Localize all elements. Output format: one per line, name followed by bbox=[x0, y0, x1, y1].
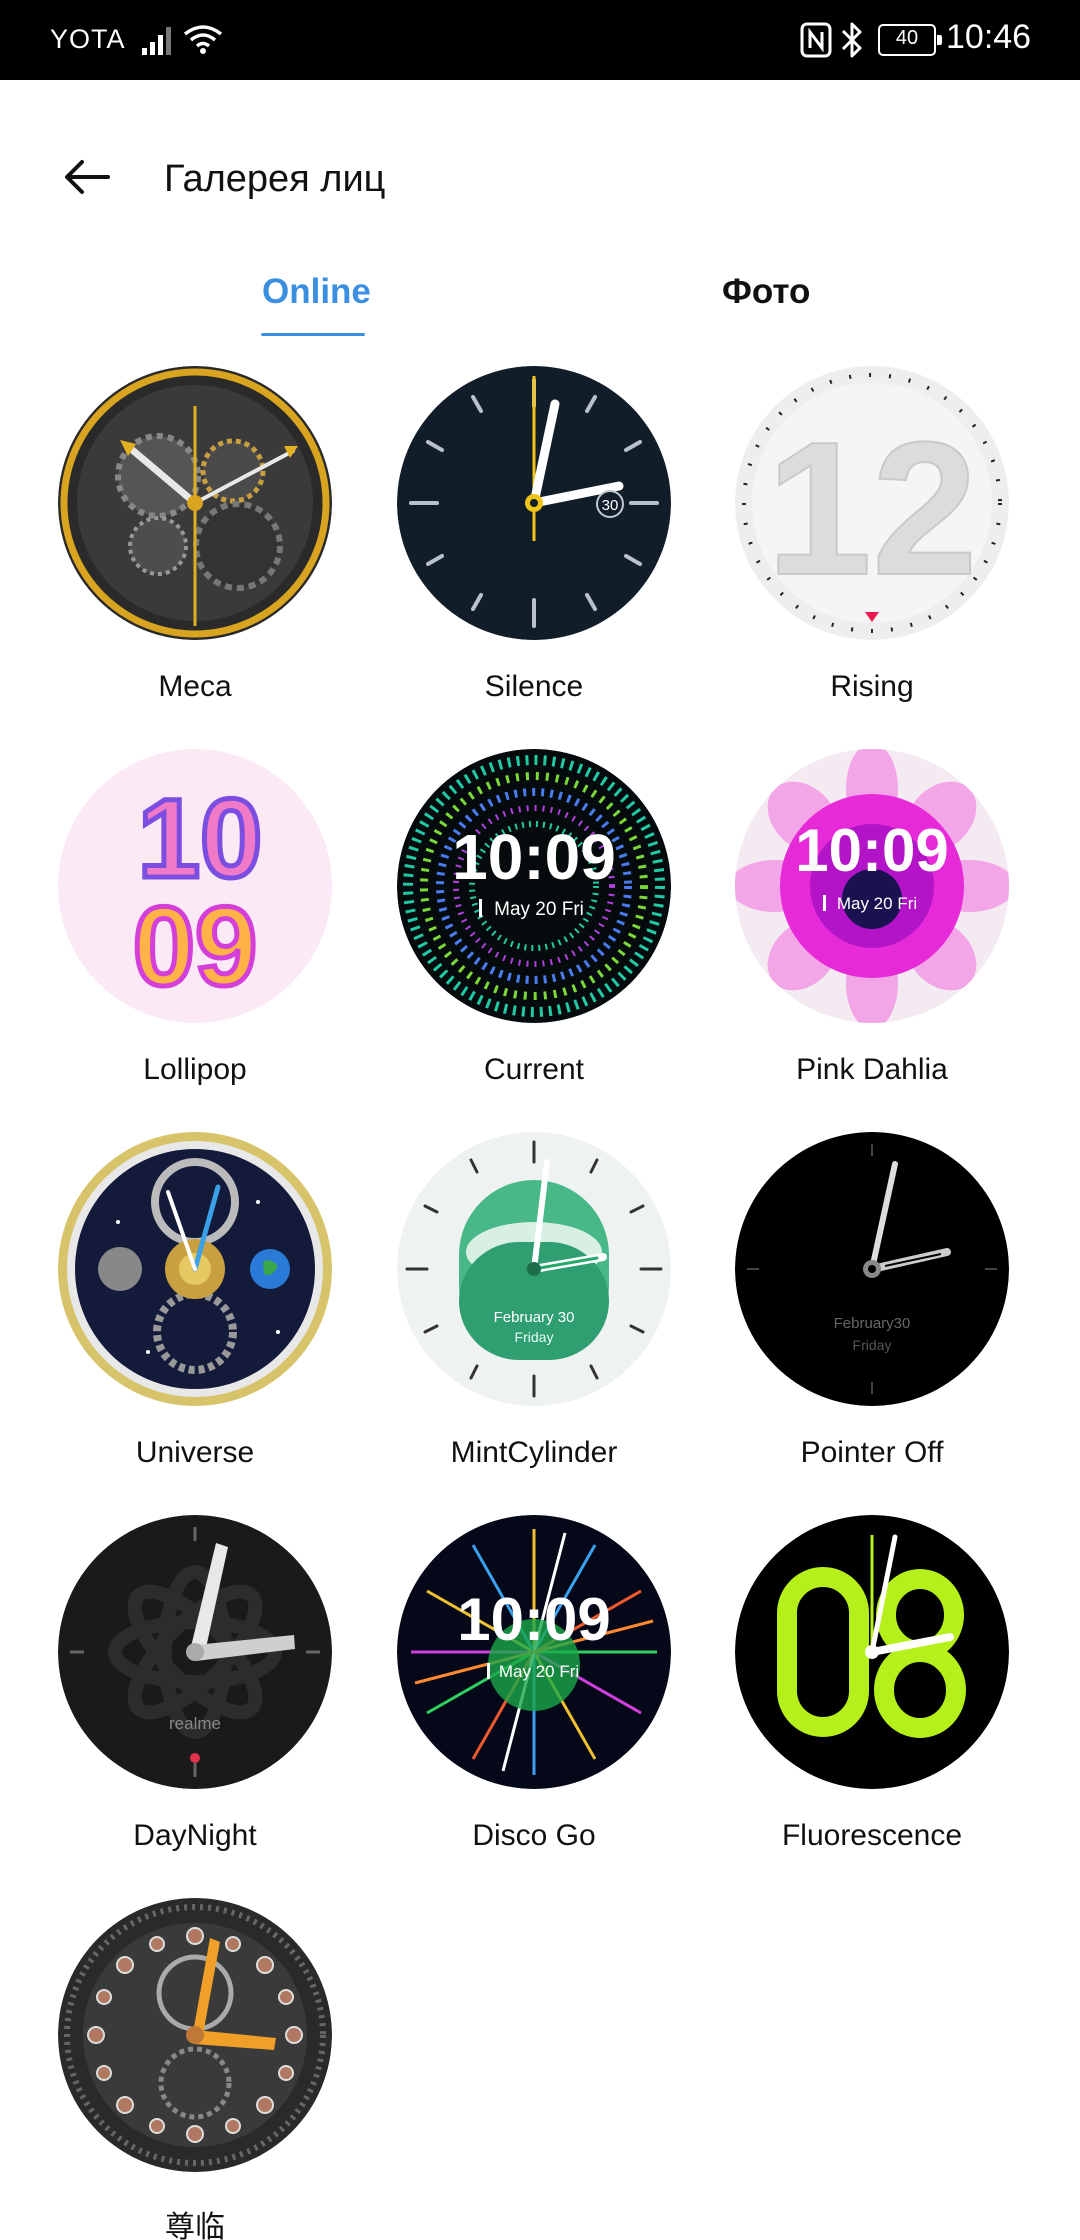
nfc-icon bbox=[800, 22, 832, 58]
pointer-off-date: February30 bbox=[834, 1315, 911, 1332]
battery-level: 40 bbox=[895, 27, 919, 49]
mint-date: February 30 bbox=[494, 1309, 575, 1326]
dahlia-time: 10:09 bbox=[795, 817, 948, 884]
fluorescence-dial bbox=[735, 1515, 1009, 1789]
face-name: Meca bbox=[158, 670, 232, 703]
watch-face-current[interactable]: 10:09 May 20 Fri Current bbox=[384, 749, 684, 1119]
tab-photo[interactable]: Фото bbox=[722, 272, 810, 312]
back-arrow-icon[interactable] bbox=[58, 152, 118, 202]
pointer-off-day: Friday bbox=[853, 1337, 892, 1353]
face-name: 尊临 bbox=[165, 2211, 225, 2240]
current-date: May 20 Fri bbox=[494, 899, 584, 920]
watch-face-mintcylinder[interactable]: February 30 Friday MintCylinder bbox=[384, 1132, 684, 1502]
bluetooth-icon bbox=[841, 22, 862, 58]
watch-face-zunlin[interactable]: 尊临 bbox=[45, 1898, 345, 2240]
face-name: Disco Go bbox=[472, 1819, 596, 1852]
daynight-brand: realme bbox=[169, 1714, 221, 1733]
watch-face-pink-dahlia[interactable]: 10:09 May 20 Fri Pink Dahlia bbox=[722, 749, 1022, 1119]
watch-face-fluorescence[interactable]: Fluorescence bbox=[722, 1515, 1022, 1885]
page-title: Галерея лиц bbox=[164, 158, 386, 200]
tab-online[interactable]: Online bbox=[262, 272, 371, 312]
disco-time: 10:09 bbox=[457, 1586, 610, 1653]
carrier-name: YOTA bbox=[50, 24, 126, 54]
disco-go-dial: 10:09 May 20 Fri bbox=[397, 1515, 671, 1789]
face-name: Universe bbox=[135, 1436, 255, 1469]
dahlia-date: May 20 Fri bbox=[837, 894, 917, 913]
watch-face-universe[interactable]: Universe bbox=[45, 1132, 345, 1502]
face-name: Rising bbox=[830, 670, 914, 703]
rising-numeral: 12 bbox=[766, 403, 977, 615]
face-name: Pointer Off bbox=[800, 1436, 944, 1469]
lollipop-minutes: 09 bbox=[133, 884, 258, 1009]
face-name: DayNight bbox=[133, 1819, 257, 1852]
disco-date: May 20 Fri bbox=[499, 1662, 579, 1681]
zunlin-dial bbox=[58, 1898, 332, 2172]
pointer-off-dial: February30 Friday bbox=[735, 1132, 1009, 1406]
face-name: Silence bbox=[484, 670, 584, 703]
meca-dial bbox=[58, 366, 332, 640]
watch-face-rising[interactable]: 12 Rising bbox=[722, 366, 1022, 736]
wifi-icon bbox=[183, 25, 223, 54]
signal-icon bbox=[142, 27, 171, 55]
status-bar: YOTA 40 10:46 bbox=[0, 0, 1080, 80]
pink-dahlia-dial: 10:09 May 20 Fri bbox=[735, 749, 1009, 1023]
face-name: Current bbox=[483, 1053, 585, 1086]
rising-dial: 12 bbox=[735, 366, 1009, 640]
watch-face-meca[interactable]: Meca bbox=[45, 366, 345, 736]
daynight-dial: realme bbox=[58, 1515, 332, 1789]
watch-face-daynight[interactable]: realme DayNight bbox=[45, 1515, 345, 1885]
current-time: 10:09 bbox=[452, 821, 616, 893]
lollipop-dial: 10 09 bbox=[58, 749, 332, 1023]
face-name: Lollipop bbox=[143, 1053, 247, 1086]
silence-date-badge: 30 bbox=[602, 497, 619, 514]
watch-face-pointer-off[interactable]: February30 Friday Pointer Off bbox=[722, 1132, 1022, 1502]
face-name: Fluorescence bbox=[781, 1819, 963, 1852]
current-dial: 10:09 May 20 Fri bbox=[397, 749, 671, 1023]
face-name: MintCylinder bbox=[450, 1436, 618, 1469]
watch-face-disco-go[interactable]: 10:09 May 20 Fri Disco Go bbox=[384, 1515, 684, 1885]
tab-indicator bbox=[261, 333, 365, 336]
silence-dial: 30 bbox=[397, 366, 671, 640]
mintcylinder-dial: February 30 Friday bbox=[397, 1132, 671, 1406]
watch-face-lollipop[interactable]: 10 09 Lollipop bbox=[45, 749, 345, 1119]
watch-face-silence[interactable]: 30 Silence bbox=[384, 366, 684, 736]
universe-dial bbox=[58, 1132, 332, 1406]
mint-day: Friday bbox=[515, 1329, 554, 1345]
status-time: 10:46 bbox=[946, 18, 1032, 56]
battery-icon: 40 bbox=[878, 24, 942, 56]
lollipop-hours: 10 bbox=[138, 776, 263, 901]
face-name: Pink Dahlia bbox=[796, 1053, 948, 1086]
